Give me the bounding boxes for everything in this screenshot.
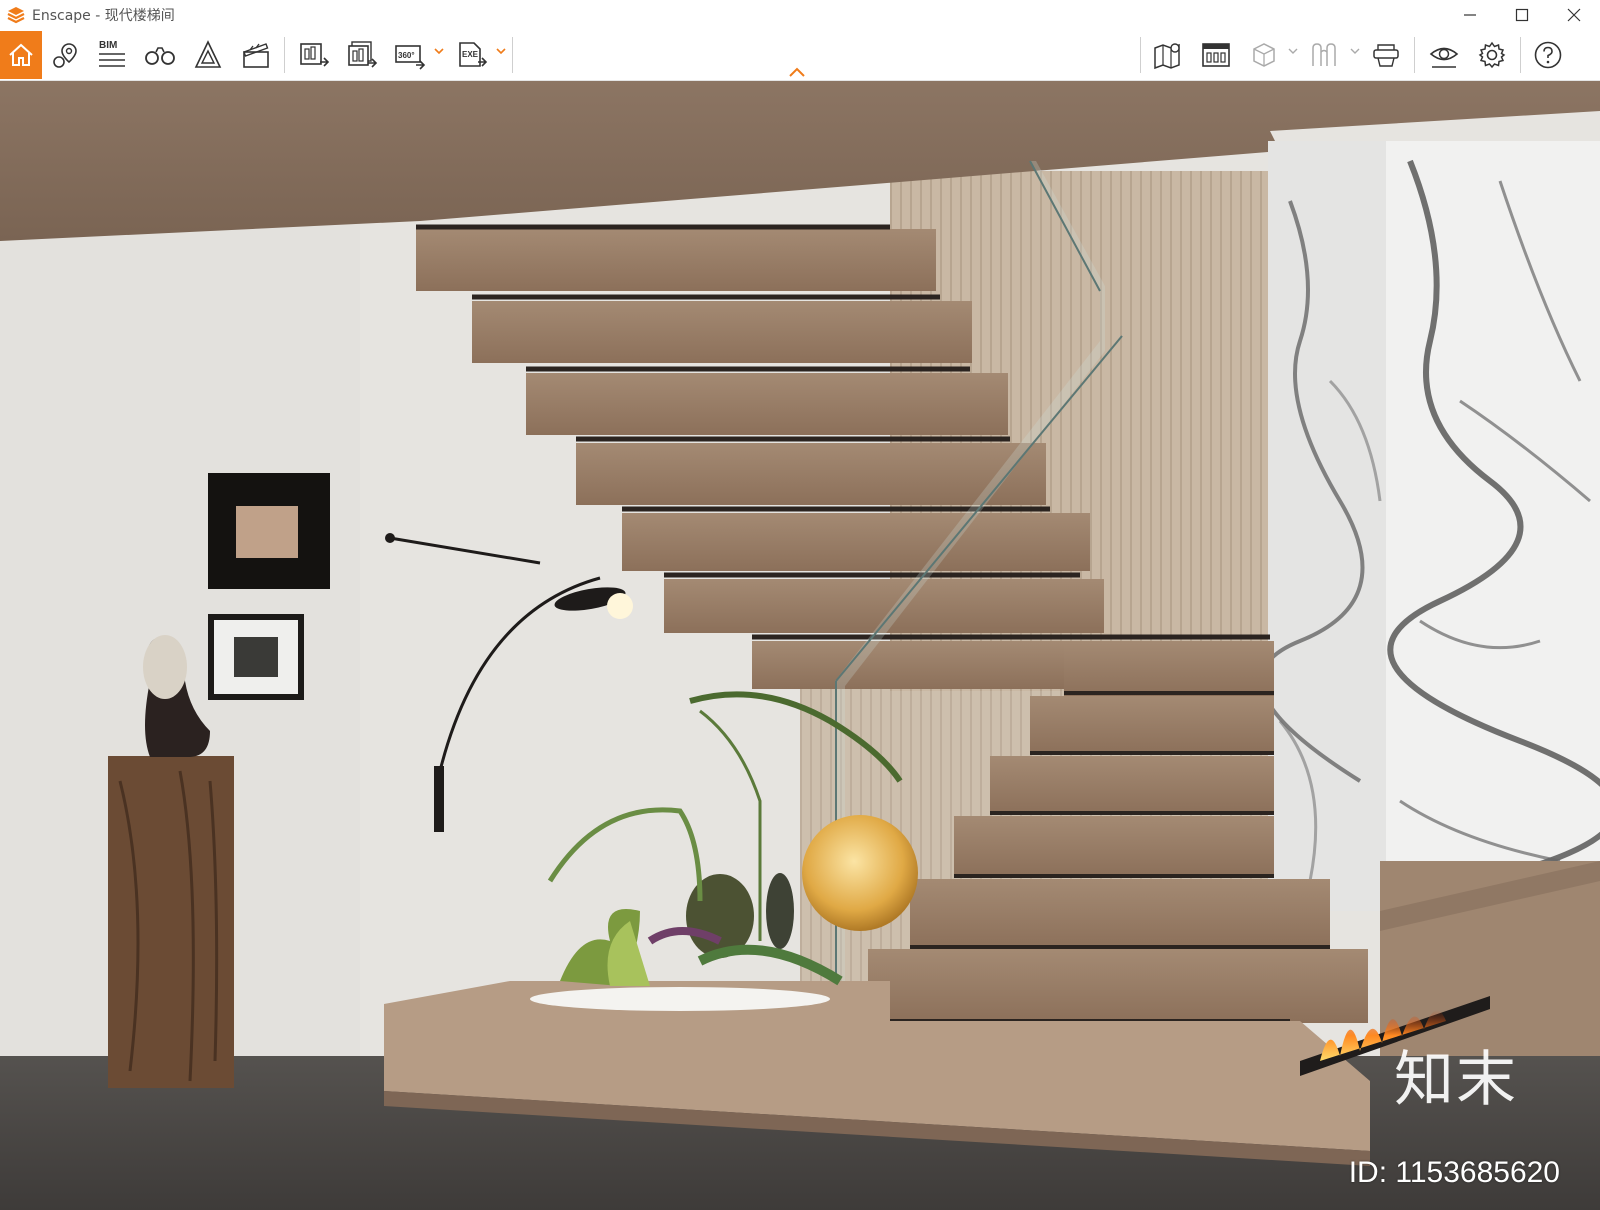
toolbar-separator [1140,37,1141,73]
watermark-id: ID: 1153685620 [1348,1156,1560,1189]
panorama-360-icon: 360° [395,45,426,70]
window-controls [1444,0,1600,30]
minimize-icon [1464,14,1476,16]
visual-settings-button[interactable] [1426,32,1462,78]
home-button[interactable] [0,31,42,79]
enscape-logo-icon [7,7,25,24]
cube-view-button[interactable] [1246,32,1282,78]
location-button[interactable] [48,32,84,78]
export-dropdown-chevron-icon[interactable] [496,46,506,56]
render-viewport[interactable]: 知末 ID: 1153685620 [0,81,1600,1210]
render-image-button[interactable] [296,32,332,78]
toolbar-separator [1414,37,1415,73]
maximize-icon [1515,8,1529,22]
svg-text:EXE: EXE [462,50,479,59]
maximize-button[interactable] [1496,0,1548,30]
batch-render-button[interactable] [344,32,380,78]
cube-view-dropdown-chevron-icon[interactable] [1288,46,1298,56]
settings-gear-icon [1478,41,1506,69]
home-icon [9,43,33,66]
panorama-dropdown-chevron-icon[interactable] [434,46,444,56]
svg-text:360°: 360° [398,51,415,60]
close-icon [1567,8,1581,22]
svg-text:BIM: BIM [99,40,117,51]
scene-render [0,81,1600,1210]
window-title: Enscape - 现代楼梯间 [32,8,175,24]
capture-manager-button[interactable] [1368,32,1404,78]
dashboard-button[interactable] [1198,32,1234,78]
views-button[interactable] [142,32,178,78]
panorama-button[interactable]: 360° [392,32,428,78]
help-icon [1534,41,1562,69]
watermark-logo: 知末 [1394,1045,1518,1115]
map-button[interactable] [1150,32,1186,78]
settings-button[interactable] [1474,32,1510,78]
export-exe-button[interactable]: EXE [454,32,490,78]
vr-dropdown-chevron-icon[interactable] [1350,46,1360,56]
title-bar: Enscape - 现代楼梯间 [0,0,1600,30]
toolbar-separator [284,37,285,73]
dashboard-icon [1202,43,1230,67]
vr-headset-icon [1312,43,1336,66]
help-button[interactable] [1530,32,1566,78]
screenshot-export-icon [300,43,330,67]
map-icon [1154,43,1180,70]
cube-view-icon [1253,43,1275,67]
exe-export-icon: EXE [459,42,488,67]
toolbar-separator [512,37,513,73]
bim-icon: BIM [99,40,125,67]
toolbar-separator [1520,37,1521,73]
capture-manager-icon [1373,44,1399,67]
binoculars-icon [145,47,175,65]
bim-button[interactable]: BIM [94,32,130,78]
visual-settings-eye-icon [1429,47,1459,68]
vr-button[interactable] [1306,32,1342,78]
location-pin-icon [53,43,77,68]
asset-library-icon [194,40,222,68]
video-editor-button[interactable] [238,32,274,78]
video-clapper-icon [243,43,269,68]
asset-library-button[interactable] [190,32,226,78]
moon-lamp [802,815,918,931]
close-button[interactable] [1548,0,1600,30]
minimize-button[interactable] [1444,0,1496,30]
batch-render-icon [348,41,378,68]
collapse-toolbar-chevron-icon[interactable] [788,66,806,78]
white-gravel [530,987,830,1011]
